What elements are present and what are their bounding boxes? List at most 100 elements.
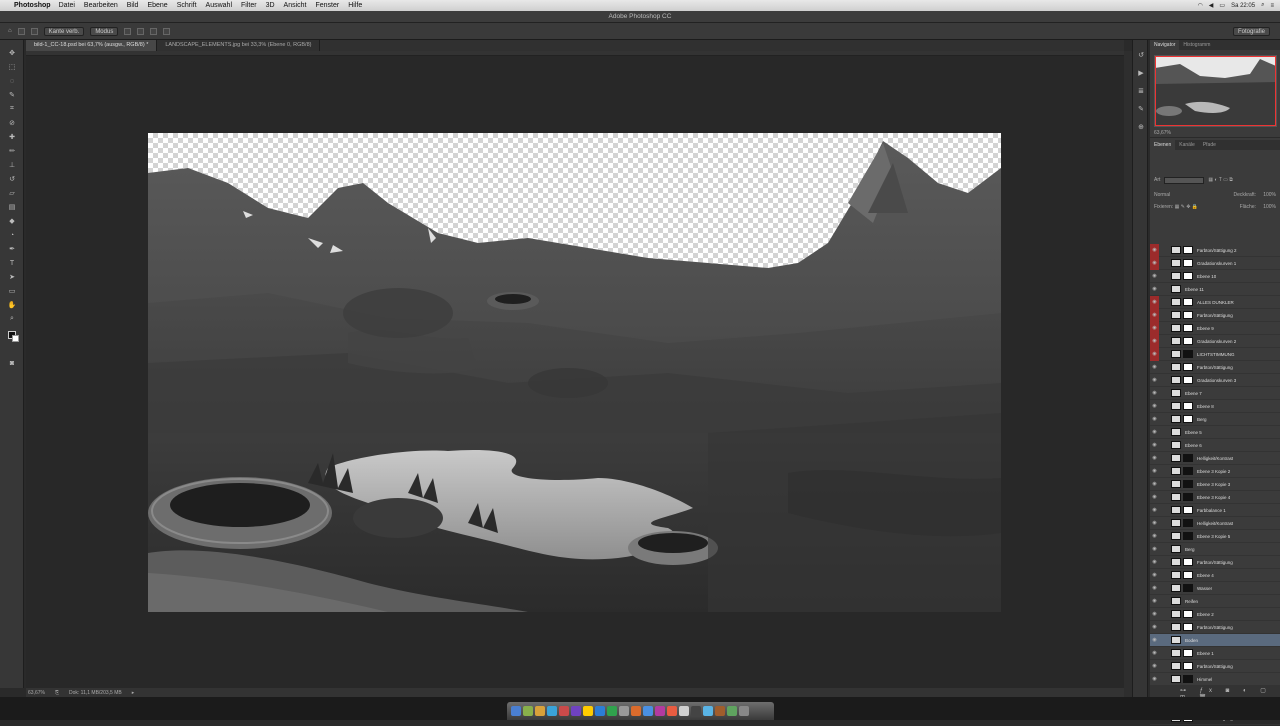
layer-thumbnail[interactable] [1171, 259, 1181, 267]
layer-mask-thumbnail[interactable] [1183, 649, 1193, 657]
menu-ansicht[interactable]: Ansicht [284, 2, 307, 9]
layer-mask-thumbnail[interactable] [1183, 493, 1193, 501]
layer-thumbnail[interactable] [1171, 415, 1181, 423]
actions-icon[interactable]: ▶ [1136, 70, 1146, 78]
layer-name[interactable]: Ebene 10 [1197, 274, 1216, 279]
layer-name[interactable]: Farbton/Sättigung [1197, 560, 1233, 565]
visibility-eye-icon[interactable]: ◉ [1150, 244, 1159, 257]
tab-paths[interactable]: Pfade [1199, 140, 1220, 150]
layer-thumbnail[interactable] [1171, 675, 1181, 683]
menu-schrift[interactable]: Schrift [177, 2, 197, 9]
layer-row[interactable]: ◉ Ebene 11 [1150, 283, 1280, 296]
marquee-tool-icon[interactable]: ⬚ [6, 62, 18, 72]
layer-mask-thumbnail[interactable] [1183, 350, 1193, 358]
history-brush-tool-icon[interactable]: ↺ [6, 174, 18, 184]
layer-thumbnail[interactable] [1171, 441, 1181, 449]
transform-icon[interactable] [150, 27, 158, 35]
layer-row[interactable]: ◉ Farbton/Sättigung [1150, 660, 1280, 673]
layer-row[interactable]: ◉ Ebene 2 [1150, 608, 1280, 621]
layer-mask-thumbnail[interactable] [1183, 623, 1193, 631]
properties-icon[interactable]: ≣ [1136, 88, 1146, 96]
layer-mask-thumbnail[interactable] [1183, 298, 1193, 306]
visibility-eye-icon[interactable]: ◉ [1150, 517, 1159, 530]
brush-presets-icon[interactable]: ✎ [1136, 106, 1146, 114]
healing-tool-icon[interactable]: ✚ [6, 132, 18, 142]
dock-app-icon[interactable] [739, 706, 749, 716]
layer-name[interactable]: Gradationskurven 3 [1197, 378, 1236, 383]
layer-name[interactable]: Ebene 8 [1197, 404, 1214, 409]
battery-icon[interactable]: ▭ [1219, 2, 1225, 9]
layer-thumbnail[interactable] [1171, 272, 1181, 280]
clone-source-icon[interactable]: ⊕ [1136, 124, 1146, 132]
visibility-eye-icon[interactable]: ◉ [1150, 556, 1159, 569]
layer-thumbnail[interactable] [1171, 571, 1181, 579]
layer-name[interactable]: Ebene 1 [1197, 651, 1214, 656]
layer-thumbnail[interactable] [1171, 649, 1181, 657]
layer-mask-thumbnail[interactable] [1183, 558, 1193, 566]
layer-name[interactable]: Farbton/Sättigung [1197, 664, 1233, 669]
layer-row[interactable]: ◉ ALLES DUNKLER [1150, 295, 1280, 309]
dock-app-icon[interactable] [727, 706, 737, 716]
visibility-eye-icon[interactable]: ◉ [1150, 582, 1159, 595]
layer-row[interactable]: ◉ Helligkeit/Kontrast [1150, 517, 1280, 530]
layer-name[interactable]: Farbton/Sättigung [1197, 625, 1233, 630]
layer-thumbnail[interactable] [1171, 662, 1181, 670]
layer-mask-thumbnail[interactable] [1183, 415, 1193, 423]
visibility-eye-icon[interactable]: ◉ [1150, 400, 1159, 413]
layer-thumbnail[interactable] [1171, 558, 1181, 566]
layer-name[interactable]: Ebene 3 Kopie 3 [1197, 482, 1230, 487]
layer-row[interactable]: ◉ Ebene 8 [1150, 400, 1280, 413]
layer-thumbnail[interactable] [1171, 532, 1181, 540]
zoom-tool-icon[interactable]: ⌕ [6, 314, 18, 324]
distribute-icon[interactable] [137, 27, 145, 35]
search-icon[interactable]: ⌕ [1261, 2, 1264, 9]
move-tool-icon[interactable]: ✥ [6, 48, 18, 58]
visibility-eye-icon[interactable]: ◉ [1150, 647, 1159, 660]
menu-hilfe[interactable]: Hilfe [348, 2, 362, 9]
filter-icons[interactable]: ▦ ◐ T ▭ ⧉ [1208, 177, 1232, 183]
dock-app-icon[interactable] [703, 706, 713, 716]
layer-row[interactable]: ◉ Boden [1150, 634, 1280, 647]
dock-app-icon[interactable] [547, 706, 557, 716]
opacity-value[interactable]: 100% [1263, 190, 1276, 200]
layer-name[interactable]: Reifen [1185, 599, 1198, 604]
clone-stamp-tool-icon[interactable]: ⊥ [6, 160, 18, 170]
layer-row[interactable]: ◉ Himmel [1150, 673, 1280, 686]
layer-name[interactable]: Helligkeit/Kontrast [1197, 456, 1233, 461]
layer-row[interactable]: ◉ Berg [1150, 413, 1280, 426]
layer-row[interactable]: ◉ Farbton/Sättigung [1150, 556, 1280, 569]
dodge-tool-icon[interactable]: ◔ [6, 230, 18, 240]
layer-name[interactable]: Farbton/Sättigung [1197, 365, 1233, 370]
layer-name[interactable]: Himmel [1197, 677, 1212, 682]
layer-mask-thumbnail[interactable] [1183, 272, 1193, 280]
layer-row[interactable]: ◉ LICHTSTIMMUNG [1150, 347, 1280, 361]
menu-auswahl[interactable]: Auswahl [206, 2, 232, 9]
vertical-scrollbar[interactable] [1124, 51, 1132, 697]
dock-app-icon[interactable] [619, 706, 629, 716]
layer-row[interactable]: ◉ Ebene 3 Kopie 4 [1150, 491, 1280, 504]
dock-app-icon[interactable] [691, 706, 701, 716]
visibility-eye-icon[interactable]: ◉ [1150, 295, 1159, 309]
layer-name[interactable]: Ebene 3 Kopie 5 [1197, 534, 1230, 539]
dock-app-icon[interactable] [667, 706, 677, 716]
layer-thumbnail[interactable] [1171, 480, 1181, 488]
app-menu[interactable]: Photoshop [14, 2, 51, 9]
layer-thumbnail[interactable] [1171, 493, 1181, 501]
gradient-tool-icon[interactable]: ▤ [6, 202, 18, 212]
layer-mask-thumbnail[interactable] [1183, 259, 1193, 267]
layer-name[interactable]: Berg [1185, 547, 1195, 552]
layer-name[interactable]: Boden [1185, 638, 1198, 643]
visibility-eye-icon[interactable]: ◉ [1150, 595, 1159, 608]
mode-select[interactable]: Modus [90, 26, 119, 36]
layer-name[interactable]: LICHTSTIMMUNG [1197, 352, 1235, 357]
visibility-eye-icon[interactable]: ◉ [1150, 256, 1159, 270]
layer-mask-thumbnail[interactable] [1183, 662, 1193, 670]
layer-row[interactable]: ◉ Ebene 6 [1150, 439, 1280, 452]
status-arrow-icon[interactable]: ▸ [132, 690, 135, 696]
layer-thumbnail[interactable] [1171, 519, 1181, 527]
wifi-icon[interactable]: ◠ [1198, 2, 1203, 9]
lasso-tool-icon[interactable]: ◌ [6, 76, 18, 86]
visibility-eye-icon[interactable]: ◉ [1150, 673, 1159, 686]
layer-thumbnail[interactable] [1171, 324, 1181, 332]
export-icon[interactable]: ⎘ [55, 690, 59, 696]
